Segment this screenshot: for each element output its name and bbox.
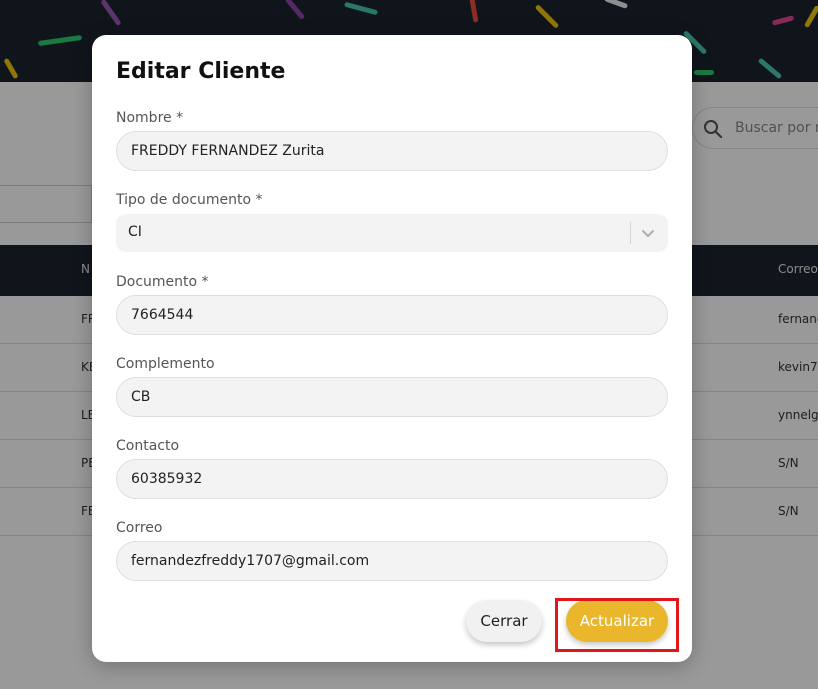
tipo-documento-select[interactable]: CI [116,214,668,252]
update-button[interactable]: Actualizar [566,600,668,642]
select-divider [630,222,631,244]
complemento-field[interactable] [116,377,668,417]
contacto-label: Contacto [116,438,180,454]
complemento-label: Complemento [116,356,215,372]
chevron-down-icon[interactable] [640,225,656,241]
edit-client-modal: Editar Cliente Nombre * Tipo de document… [92,35,692,662]
page: Buscar por n N Correo FR fernand KE kevi… [0,0,818,689]
close-button[interactable]: Cerrar [466,600,542,642]
documento-label: Documento * [116,274,209,290]
documento-field[interactable] [116,295,668,335]
nombre-label: Nombre * [116,110,184,126]
contacto-field[interactable] [116,459,668,499]
correo-field[interactable] [116,541,668,581]
modal-title: Editar Cliente [116,59,286,84]
nombre-field[interactable] [116,131,668,171]
correo-label: Correo [116,520,163,536]
tipo-documento-value: CI [128,224,142,240]
tipo-documento-label: Tipo de documento * [116,192,263,208]
